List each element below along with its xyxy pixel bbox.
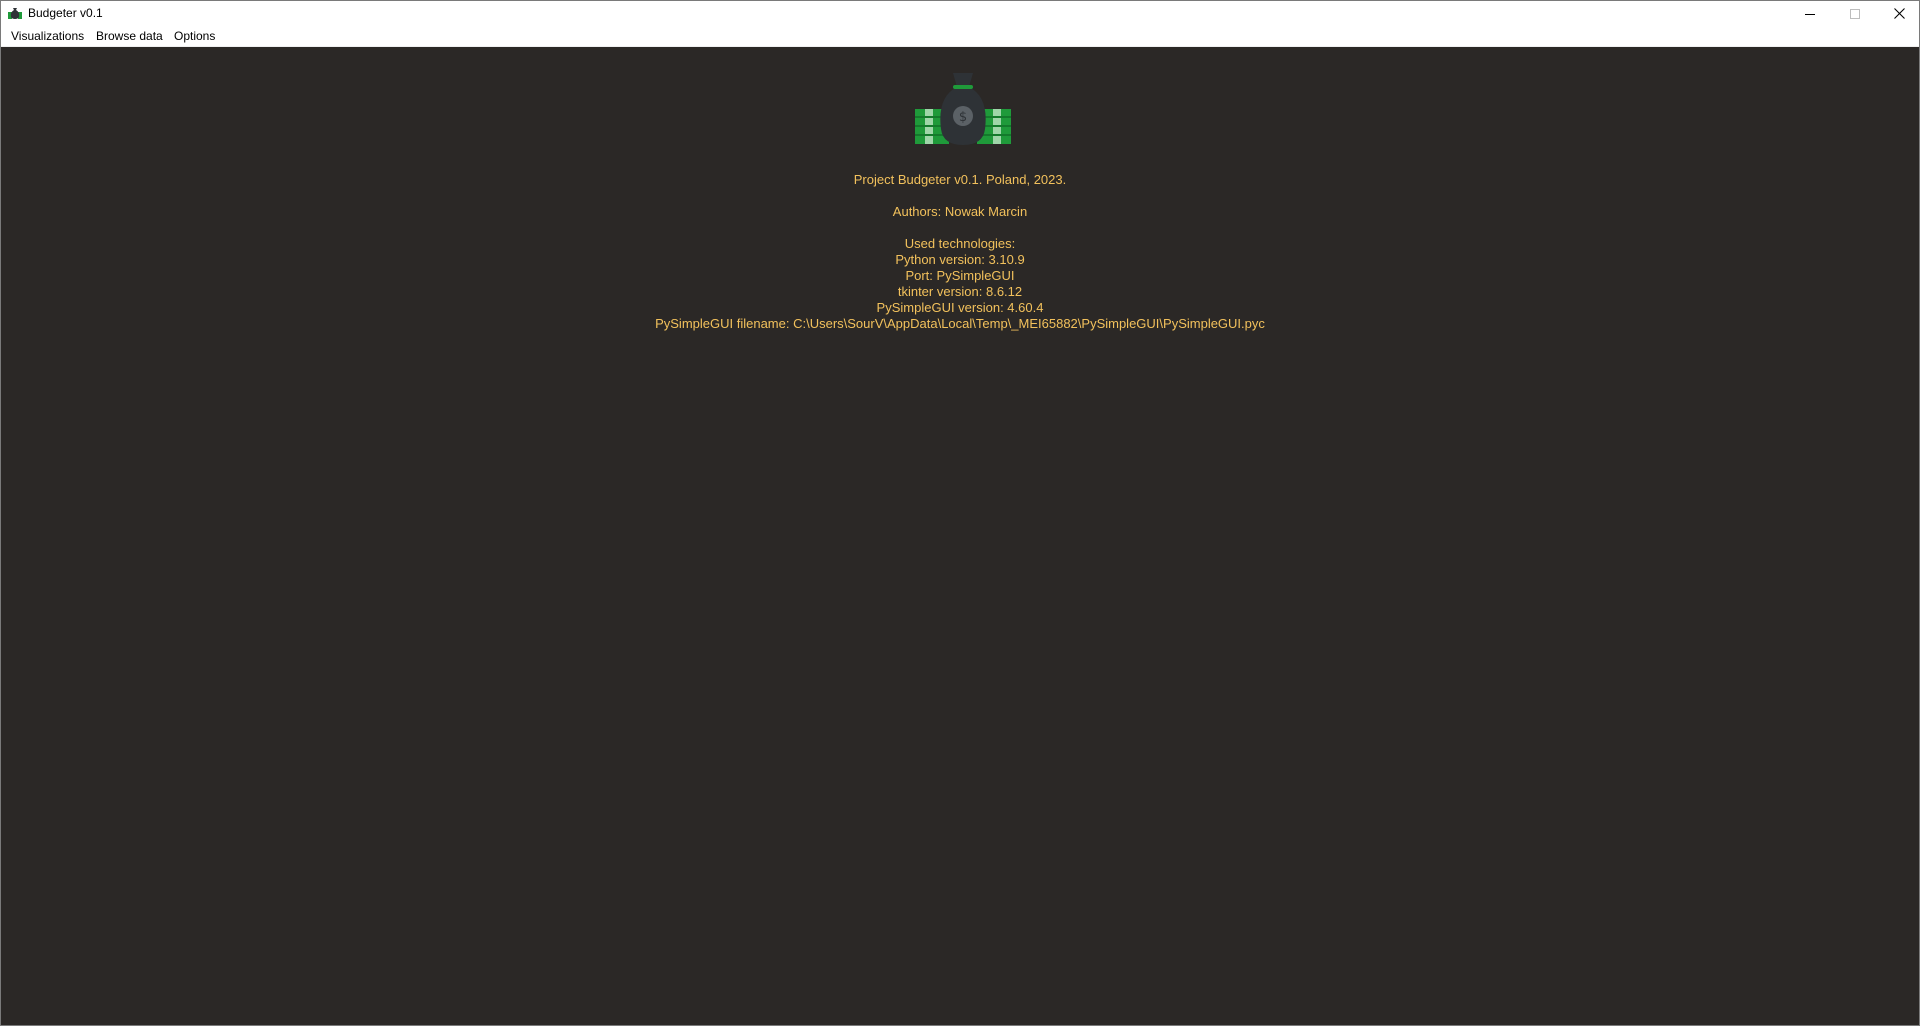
menu-bar: Visualizations Browse data Options [1, 26, 1919, 47]
app-icon [7, 6, 23, 20]
pysimplegui-version-info: PySimpleGUI version: 4.60.4 [876, 300, 1044, 315]
money-bag-icon: $ [913, 71, 1013, 149]
python-version-info: Python version: 3.10.9 [895, 252, 1025, 267]
used-technologies-heading: Used technologies: [904, 236, 1016, 251]
port-info: Port: PySimpleGUI [905, 268, 1015, 283]
svg-text:$: $ [959, 110, 967, 125]
authors-info: Authors: Nowak Marcin [892, 204, 1028, 219]
title-bar[interactable]: Budgeter v0.1 [1, 1, 1919, 26]
about-panel: $ Project Budgeter v0.1. Poland, 2023. A… [1, 47, 1919, 1025]
close-icon [1894, 8, 1905, 19]
close-button[interactable] [1877, 1, 1920, 26]
pysimplegui-filename-info: PySimpleGUI filename: C:\Users\SourV\App… [655, 316, 1265, 331]
minimize-button[interactable] [1787, 1, 1832, 26]
maximize-button[interactable] [1832, 1, 1877, 26]
minimize-icon [1804, 9, 1815, 19]
menu-options[interactable]: Options [171, 26, 218, 46]
project-info: Project Budgeter v0.1. Poland, 2023. [853, 172, 1067, 187]
menu-browse-data[interactable]: Browse data [93, 26, 166, 46]
maximize-icon [1849, 8, 1860, 19]
menu-visualizations[interactable]: Visualizations [8, 26, 87, 46]
tkinter-version-info: tkinter version: 8.6.12 [897, 284, 1023, 299]
app-window: Budgeter v0.1 Visualizations Browse data… [0, 0, 1920, 1026]
window-title: Budgeter v0.1 [28, 6, 103, 20]
